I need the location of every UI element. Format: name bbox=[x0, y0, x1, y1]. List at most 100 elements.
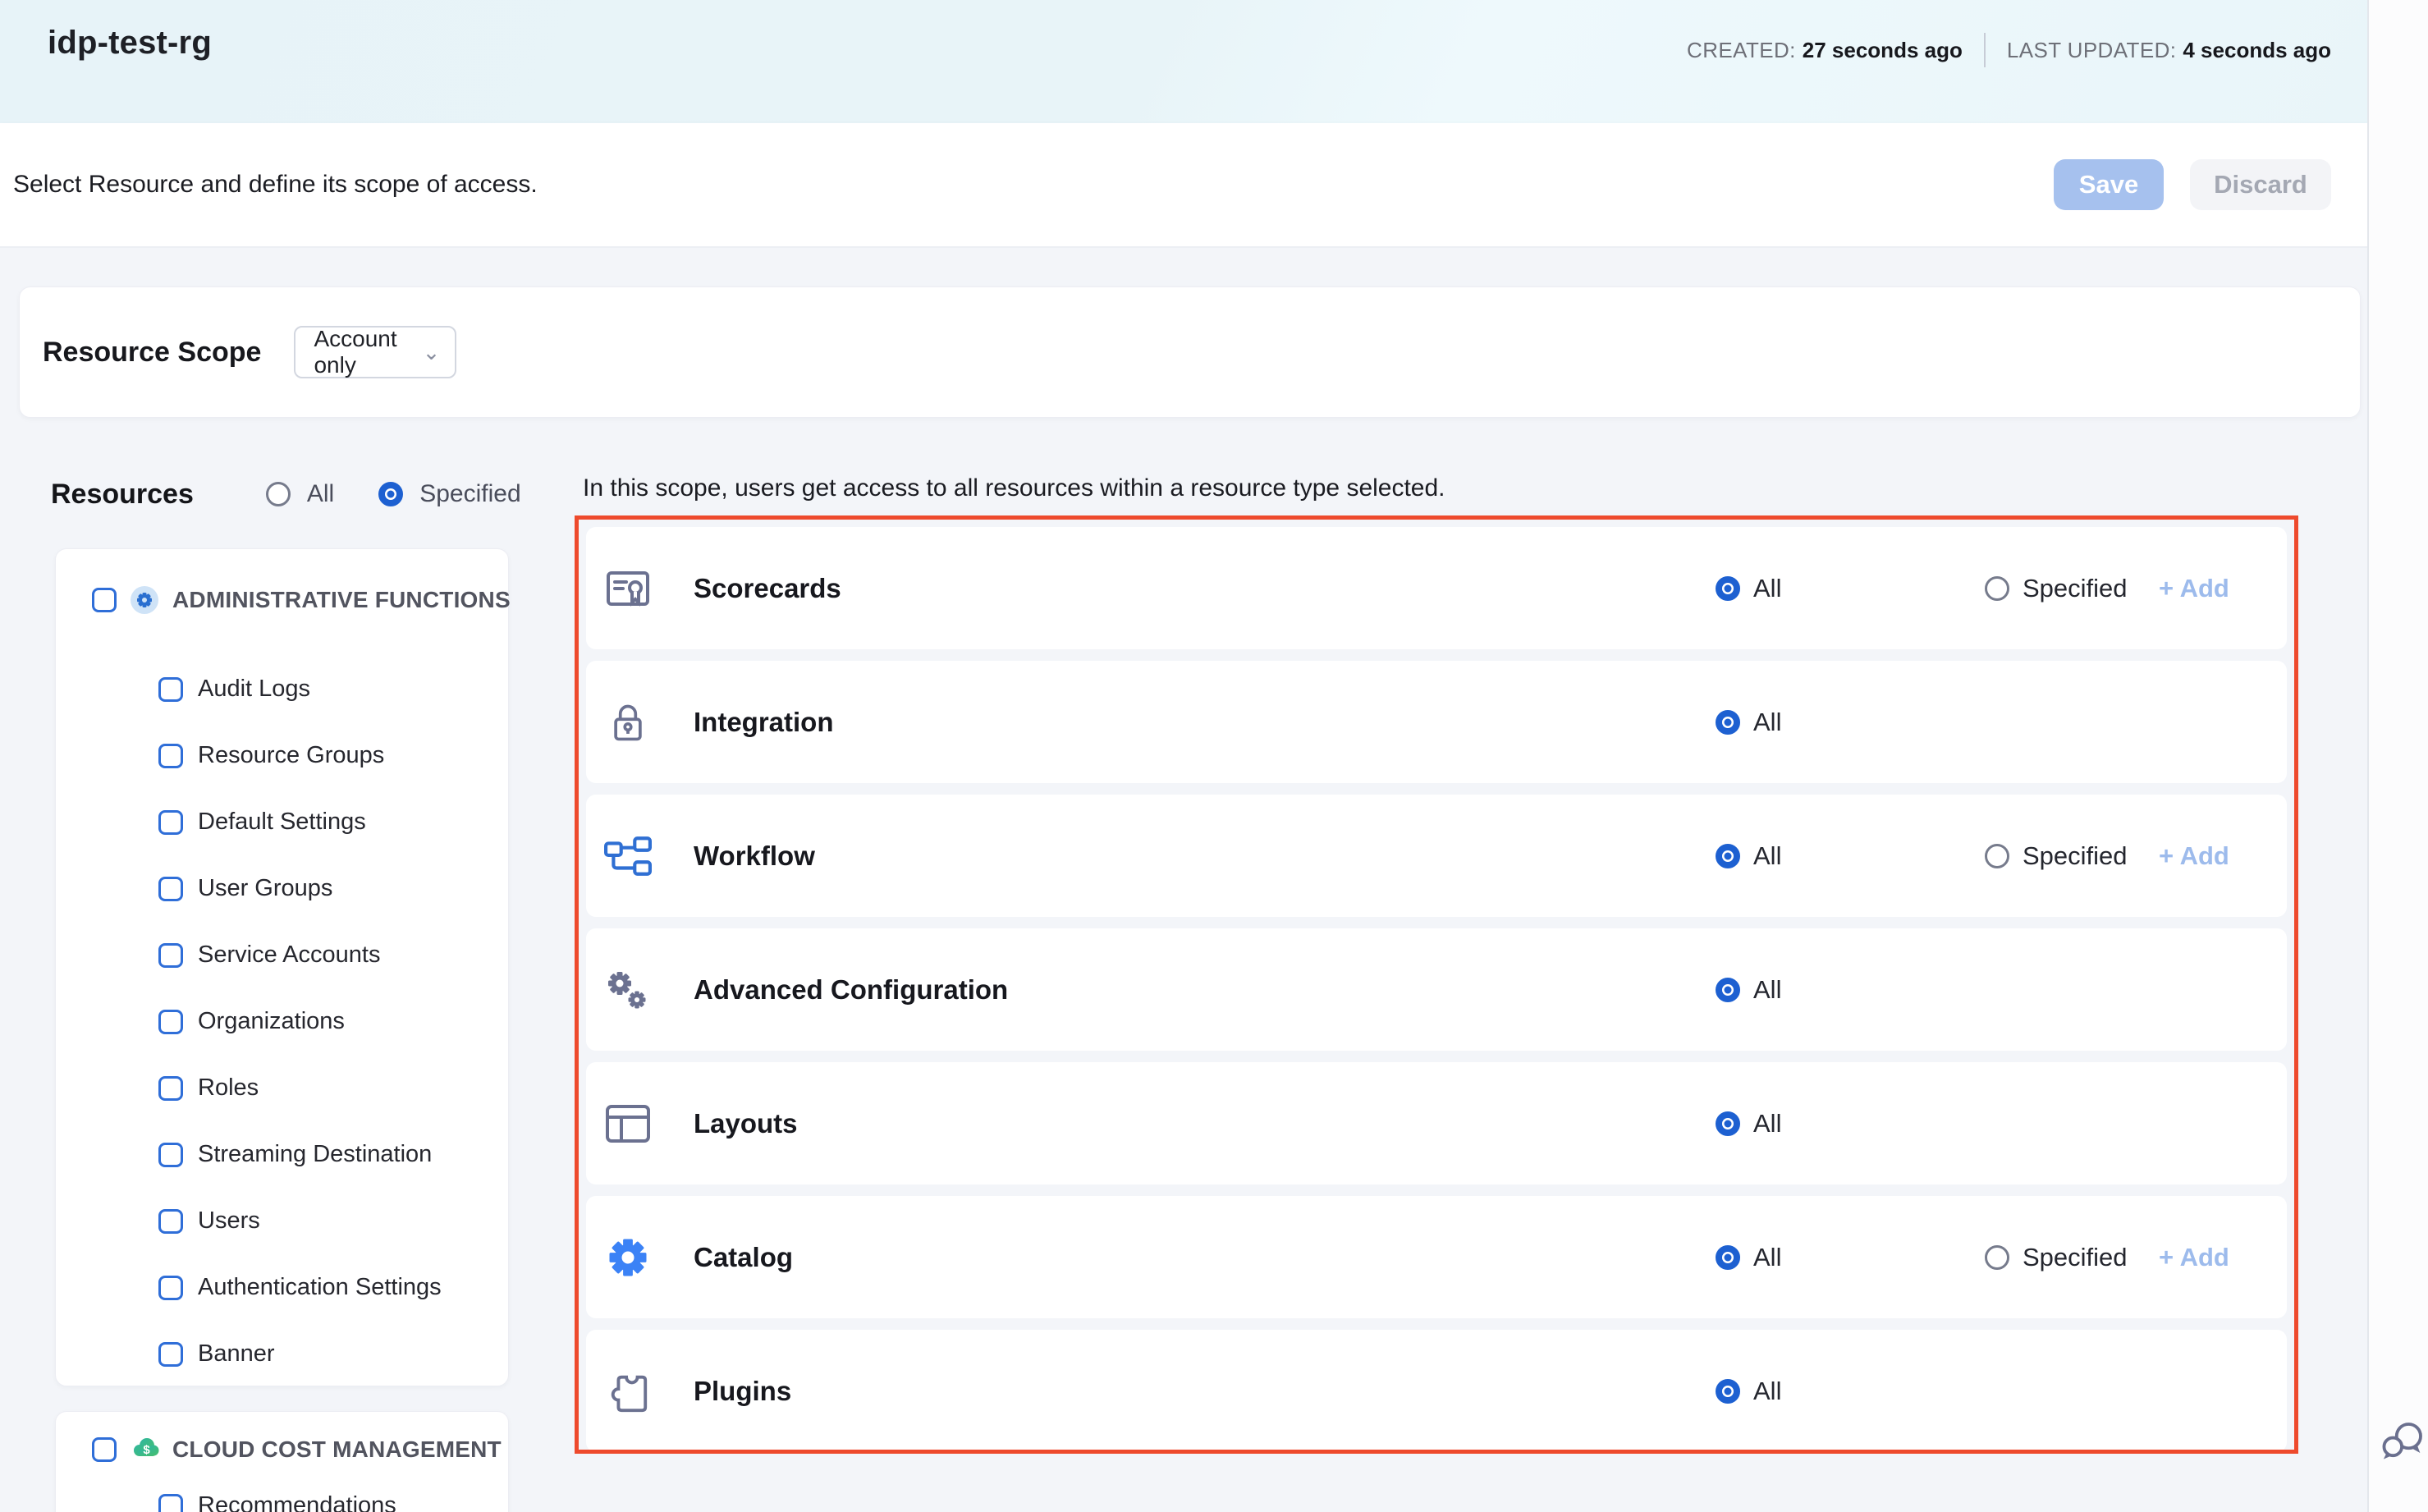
radio-unselected-icon[interactable] bbox=[1985, 1245, 2009, 1270]
resource-tree-item: Audit Logs bbox=[92, 656, 508, 722]
item-checkbox[interactable] bbox=[158, 1010, 183, 1034]
radio-unselected-icon[interactable] bbox=[266, 482, 291, 506]
resource-tree-item: Authentication Settings bbox=[92, 1254, 508, 1321]
integration-lock-icon bbox=[602, 696, 654, 749]
radio-unselected-icon[interactable] bbox=[1985, 844, 2009, 868]
radio-selected-icon[interactable] bbox=[1716, 1111, 1740, 1136]
row-specified-option[interactable]: Specified bbox=[1985, 574, 2128, 603]
item-checkbox[interactable] bbox=[158, 943, 183, 968]
updated-value: 4 seconds ago bbox=[2183, 38, 2331, 62]
row-all-option[interactable]: All bbox=[1716, 1109, 1781, 1139]
resource-tree-item: Users bbox=[92, 1188, 508, 1254]
row-all-label: All bbox=[1753, 975, 1781, 1005]
last-updated-at: LAST UPDATED:4 seconds ago bbox=[2007, 38, 2331, 63]
resource-type-row: PluginsAll bbox=[586, 1330, 2287, 1452]
item-label: Default Settings bbox=[198, 809, 366, 836]
resource-type-name: Advanced Configuration bbox=[694, 974, 1008, 1006]
radio-selected-icon[interactable] bbox=[378, 482, 403, 506]
row-all-option[interactable]: All bbox=[1716, 708, 1781, 737]
item-checkbox[interactable] bbox=[158, 677, 183, 702]
row-all-label: All bbox=[1753, 841, 1781, 871]
resources-all-label: All bbox=[307, 480, 334, 508]
item-checkbox[interactable] bbox=[158, 1209, 183, 1234]
radio-selected-icon[interactable] bbox=[1716, 576, 1740, 601]
group-checkbox[interactable] bbox=[92, 1437, 117, 1462]
resource-tree-item: Resource Groups bbox=[92, 722, 508, 789]
radio-selected-icon[interactable] bbox=[1716, 978, 1740, 1002]
add-link[interactable]: + Add bbox=[2159, 1243, 2229, 1272]
catalog-icon bbox=[602, 1231, 654, 1284]
add-link[interactable]: + Add bbox=[2159, 574, 2229, 603]
row-all-label: All bbox=[1753, 1109, 1781, 1139]
toolbar-description: Select Resource and define its scope of … bbox=[13, 171, 538, 199]
item-label: Service Accounts bbox=[198, 942, 380, 969]
item-label: Authentication Settings bbox=[198, 1274, 442, 1301]
group-checkbox[interactable] bbox=[92, 588, 117, 612]
advanced-configuration-icon bbox=[602, 964, 654, 1016]
toolbar: Select Resource and define its scope of … bbox=[0, 123, 2367, 248]
item-label: Users bbox=[198, 1207, 260, 1235]
discard-button[interactable]: Discard bbox=[2190, 159, 2331, 210]
item-checkbox[interactable] bbox=[158, 1143, 183, 1167]
resource-group-page: idp-test-rg CREATED:27 seconds ago LAST … bbox=[0, 0, 2367, 1512]
svg-text:$: $ bbox=[143, 1443, 150, 1457]
row-specified-label: Specified bbox=[2023, 1243, 2128, 1272]
resource-type-name: Catalog bbox=[694, 1242, 793, 1273]
resource-scope-select[interactable]: Account only ⌄ bbox=[294, 326, 456, 378]
resources-header: Resources All Specified bbox=[51, 471, 521, 517]
add-link[interactable]: + Add bbox=[2159, 841, 2229, 871]
item-label: Recommendations bbox=[198, 1492, 396, 1512]
created-value: 27 seconds ago bbox=[1803, 38, 1963, 62]
page-header: idp-test-rg CREATED:27 seconds ago LAST … bbox=[0, 0, 2367, 123]
row-all-label: All bbox=[1753, 708, 1781, 737]
help-chat-icon[interactable] bbox=[2380, 1420, 2426, 1463]
resource-tree-item: Default Settings bbox=[92, 789, 508, 855]
group-header: ADMINISTRATIVE FUNCTIONS bbox=[92, 577, 508, 623]
item-label: Streaming Destination bbox=[198, 1141, 432, 1168]
item-checkbox[interactable] bbox=[158, 810, 183, 835]
header-meta: CREATED:27 seconds ago LAST UPDATED:4 se… bbox=[1687, 25, 2331, 67]
item-checkbox[interactable] bbox=[158, 1342, 183, 1367]
radio-unselected-icon[interactable] bbox=[1985, 576, 2009, 601]
right-rail bbox=[2367, 0, 2428, 1512]
scope-description: In this scope, users get access to all r… bbox=[583, 474, 1445, 502]
resources-all-option[interactable]: All bbox=[266, 480, 334, 508]
resource-scope-value: Account only bbox=[314, 326, 422, 378]
item-checkbox[interactable] bbox=[158, 1494, 183, 1512]
resource-type-row: ScorecardsAllSpecified+ Add bbox=[586, 527, 2287, 649]
radio-selected-icon[interactable] bbox=[1716, 1379, 1740, 1404]
radio-selected-icon[interactable] bbox=[1716, 710, 1740, 735]
item-checkbox[interactable] bbox=[158, 1276, 183, 1300]
resources-specified-label: Specified bbox=[419, 480, 520, 508]
row-all-option[interactable]: All bbox=[1716, 1243, 1781, 1272]
resource-tree-item: Banner bbox=[92, 1321, 508, 1387]
resource-type-name: Layouts bbox=[694, 1108, 798, 1139]
row-all-label: All bbox=[1753, 1377, 1781, 1406]
resource-type-row: WorkflowAllSpecified+ Add bbox=[586, 795, 2287, 917]
radio-selected-icon[interactable] bbox=[1716, 1245, 1740, 1270]
save-button[interactable]: Save bbox=[2054, 159, 2164, 210]
row-all-option[interactable]: All bbox=[1716, 975, 1781, 1005]
resources-radio-group: All Specified bbox=[266, 480, 521, 508]
row-specified-option[interactable]: Specified bbox=[1985, 1243, 2128, 1272]
row-all-label: All bbox=[1753, 1243, 1781, 1272]
created-at: CREATED:27 seconds ago bbox=[1687, 38, 1963, 63]
resources-specified-option[interactable]: Specified bbox=[378, 480, 520, 508]
content-area: Resource Scope Account only ⌄ Resources … bbox=[0, 248, 2367, 1512]
admin-functions-icon bbox=[131, 586, 158, 614]
row-specified-label: Specified bbox=[2023, 841, 2128, 871]
radio-selected-icon[interactable] bbox=[1716, 844, 1740, 868]
admin-functions-card: ADMINISTRATIVE FUNCTIONS Audit LogsResour… bbox=[55, 548, 509, 1386]
row-all-option[interactable]: All bbox=[1716, 841, 1781, 871]
row-specified-option[interactable]: Specified bbox=[1985, 841, 2128, 871]
layouts-icon bbox=[602, 1097, 654, 1150]
cloud-cost-icon: $ bbox=[131, 1436, 158, 1464]
row-all-option[interactable]: All bbox=[1716, 574, 1781, 603]
resources-title: Resources bbox=[51, 479, 194, 511]
row-all-option[interactable]: All bbox=[1716, 1377, 1781, 1406]
resource-tree-item: Roles bbox=[92, 1055, 508, 1121]
item-checkbox[interactable] bbox=[158, 1076, 183, 1101]
resource-tree-item: User Groups bbox=[92, 855, 508, 922]
item-checkbox[interactable] bbox=[158, 877, 183, 901]
item-checkbox[interactable] bbox=[158, 744, 183, 768]
